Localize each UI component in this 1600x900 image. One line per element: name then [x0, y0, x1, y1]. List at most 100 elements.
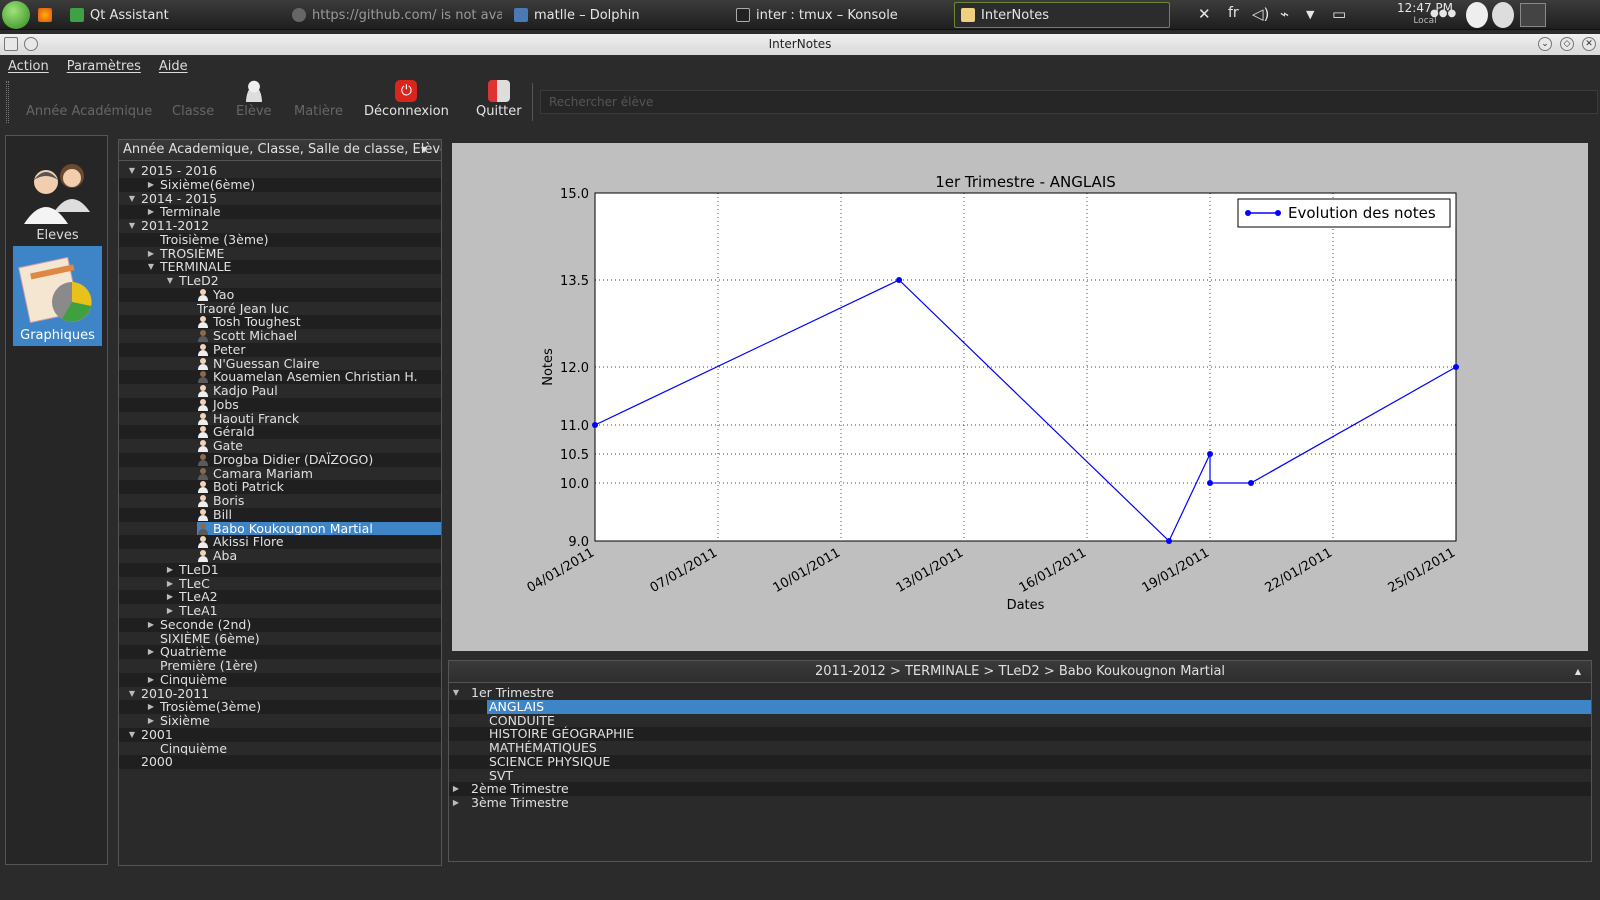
trimester-row[interactable]: ▶ 3ème Trimestre — [449, 796, 1591, 810]
app-launcher-icon[interactable] — [2, 1, 30, 29]
tree-row-label: Drogba Didier (DAÏZOGO) — [213, 451, 374, 467]
window-menu-icon[interactable] — [4, 37, 18, 51]
subject-row[interactable]: SCIENCE PHYSIQUE — [449, 754, 1591, 769]
tree-student-row[interactable]: Gérald — [119, 425, 441, 440]
menu-action[interactable]: Action — [8, 59, 49, 74]
annee-button[interactable]: Année Académique — [26, 77, 152, 127]
tree-student-row[interactable]: Scott Michael — [119, 329, 441, 343]
sidebar-item-graphiques[interactable]: Graphiques — [13, 246, 102, 346]
tree-row-label: Traoré Jean luc — [197, 300, 289, 316]
tree-student-row[interactable]: Boris — [119, 494, 441, 508]
tree-student-row[interactable]: Boti Patrick — [119, 480, 441, 495]
maximize-icon[interactable]: ◇ — [1560, 37, 1574, 51]
data-point[interactable] — [1207, 480, 1213, 486]
tree-student-row[interactable]: Aba — [119, 549, 441, 563]
sidebar-item-eleves[interactable]: Eleves — [13, 146, 102, 246]
tree-header[interactable]: Année Academique, Classe, Salle de class… — [119, 140, 441, 161]
volume-icon[interactable]: ◁) — [1252, 5, 1269, 23]
keyboard-layout[interactable]: fr — [1228, 5, 1239, 21]
data-point[interactable] — [1166, 538, 1172, 544]
grades-line-chart[interactable]: 04/01/2011 07/01/2011 10/01/2011 13/01/2011… — [452, 143, 1588, 651]
data-point[interactable] — [1207, 451, 1213, 457]
tree-student-row[interactable]: Kadjo Paul — [119, 384, 441, 398]
pin-icon[interactable] — [24, 37, 38, 51]
tree-node-row[interactable]: 2000 — [119, 755, 441, 770]
expand-down-icon[interactable]: ▼ — [127, 728, 137, 742]
data-point[interactable] — [1248, 480, 1254, 486]
tree-student-row[interactable]: Haouti Franck — [119, 411, 441, 426]
task-dolphin[interactable]: matlle – Dolphin — [514, 0, 724, 30]
more-icon[interactable]: ●●● — [1430, 8, 1456, 19]
expand-right-icon[interactable]: ▶ — [165, 590, 175, 604]
data-point[interactable] — [1453, 364, 1459, 370]
expand-right-icon[interactable]: ▶ — [451, 782, 461, 796]
tree-student-row[interactable]: Kouamelan Asemien Christian H. — [119, 370, 441, 385]
student-avatar-icon — [197, 384, 209, 398]
tray-expand-icon[interactable]: ▼ — [1306, 8, 1314, 21]
task-internotes[interactable]: InterNotes — [954, 2, 1170, 28]
expand-right-icon[interactable]: ▶ — [451, 796, 461, 810]
data-point[interactable] — [896, 277, 903, 283]
tree-node-row[interactable]: ▶ TLeD1 — [119, 562, 441, 577]
task-qt-assistant[interactable]: Qt Assistant — [70, 0, 240, 30]
subject-row[interactable]: SVT — [449, 768, 1591, 783]
student-avatar-icon — [197, 494, 209, 508]
expand-right-icon[interactable]: ▶ — [146, 645, 156, 659]
subject-row[interactable]: MATHÉMATIQUES — [449, 741, 1591, 755]
window-titlebar[interactable]: InterNotes ⌄ ◇ ✕ — [0, 34, 1600, 55]
student-avatar-icon — [197, 329, 209, 343]
expand-right-icon[interactable]: ▶ — [146, 618, 156, 632]
menu-parametres[interactable]: Paramètres — [67, 59, 141, 74]
pager-icon[interactable] — [1520, 3, 1546, 27]
menu-aide[interactable]: Aide — [159, 59, 188, 74]
expand-down-icon[interactable]: ▼ — [165, 274, 175, 288]
expand-right-icon[interactable]: ▶ — [165, 577, 175, 591]
quitter-button[interactable]: Quitter — [476, 77, 522, 127]
eleve-button[interactable]: Elève — [236, 77, 272, 127]
tree-node-row[interactable]: ▶ TLeC — [119, 576, 441, 591]
network-tools-icon[interactable]: ✕ — [1198, 5, 1211, 23]
chart-title: 1er Trimestre - ANGLAIS — [935, 173, 1116, 191]
minimize-icon[interactable]: ⌄ — [1538, 37, 1552, 51]
task-browser[interactable]: https://github.com/ is not avai — [292, 0, 502, 30]
tree-row-label: TLeD2 — [179, 273, 219, 288]
matiere-button[interactable]: Matière — [294, 77, 343, 127]
tree-node-row[interactable]: ▼ TLeD2 — [119, 274, 441, 288]
expand-right-icon[interactable]: ▶ — [146, 700, 156, 714]
tree-row-label: 2010-2011 — [141, 685, 210, 701]
activity2-icon[interactable] — [1492, 2, 1514, 28]
tree-node-row[interactable]: ▼ TERMINALE — [119, 260, 441, 275]
tree-row-label: 2014 - 2015 — [141, 190, 218, 206]
toolbar-handle[interactable] — [6, 81, 9, 123]
breadcrumb[interactable]: 2011-2012 > TERMINALE > TLeD2 > Babo Kou… — [449, 661, 1591, 683]
close-icon[interactable]: ✕ — [1582, 37, 1596, 51]
data-point[interactable] — [592, 422, 598, 428]
expand-down-icon[interactable]: ▼ — [451, 686, 461, 700]
subject-row[interactable]: ANGLAIS — [449, 699, 1591, 714]
expand-down-icon[interactable]: ▼ — [127, 164, 137, 178]
trimester-row[interactable]: ▶ 2ème Trimestre — [449, 782, 1591, 797]
deconnexion-button[interactable]: ⏻ Déconnexion — [364, 77, 449, 127]
activity-icon[interactable] — [1466, 2, 1488, 28]
y-tick-label: 15.0 — [560, 187, 589, 202]
expand-down-icon[interactable]: ▼ — [146, 260, 156, 274]
classe-button[interactable]: Classe — [172, 77, 214, 127]
power-icon[interactable]: ⌁ — [1280, 5, 1289, 23]
chart-app-icon — [17, 256, 92, 324]
firefox-icon[interactable] — [38, 0, 60, 30]
search-student-input[interactable]: Rechercher élève — [540, 90, 1598, 114]
sort-up-icon: ▲ — [1574, 667, 1581, 676]
trimester-row[interactable]: ▼ 1er Trimestre — [449, 686, 1591, 700]
expand-down-icon[interactable]: ▼ — [127, 687, 137, 701]
battery-icon[interactable]: ▭ — [1332, 5, 1346, 23]
expand-down-icon[interactable]: ▼ — [127, 219, 137, 233]
expand-right-icon[interactable]: ▶ — [165, 563, 175, 577]
subject-row[interactable]: HISTOIRE GÉOGRAPHIE — [449, 727, 1591, 742]
globe-icon — [292, 8, 306, 22]
task-konsole[interactable]: inter : tmux – Konsole — [736, 0, 946, 30]
tree-student-row[interactable]: Akissi Flore — [119, 535, 441, 550]
tree-node-row[interactable]: ▶ TLeA2 — [119, 590, 441, 605]
expand-right-icon[interactable]: ▶ — [146, 247, 156, 261]
expand-down-icon[interactable]: ▼ — [127, 192, 137, 206]
x-tick-label: 22/01/2011 — [1263, 545, 1335, 595]
